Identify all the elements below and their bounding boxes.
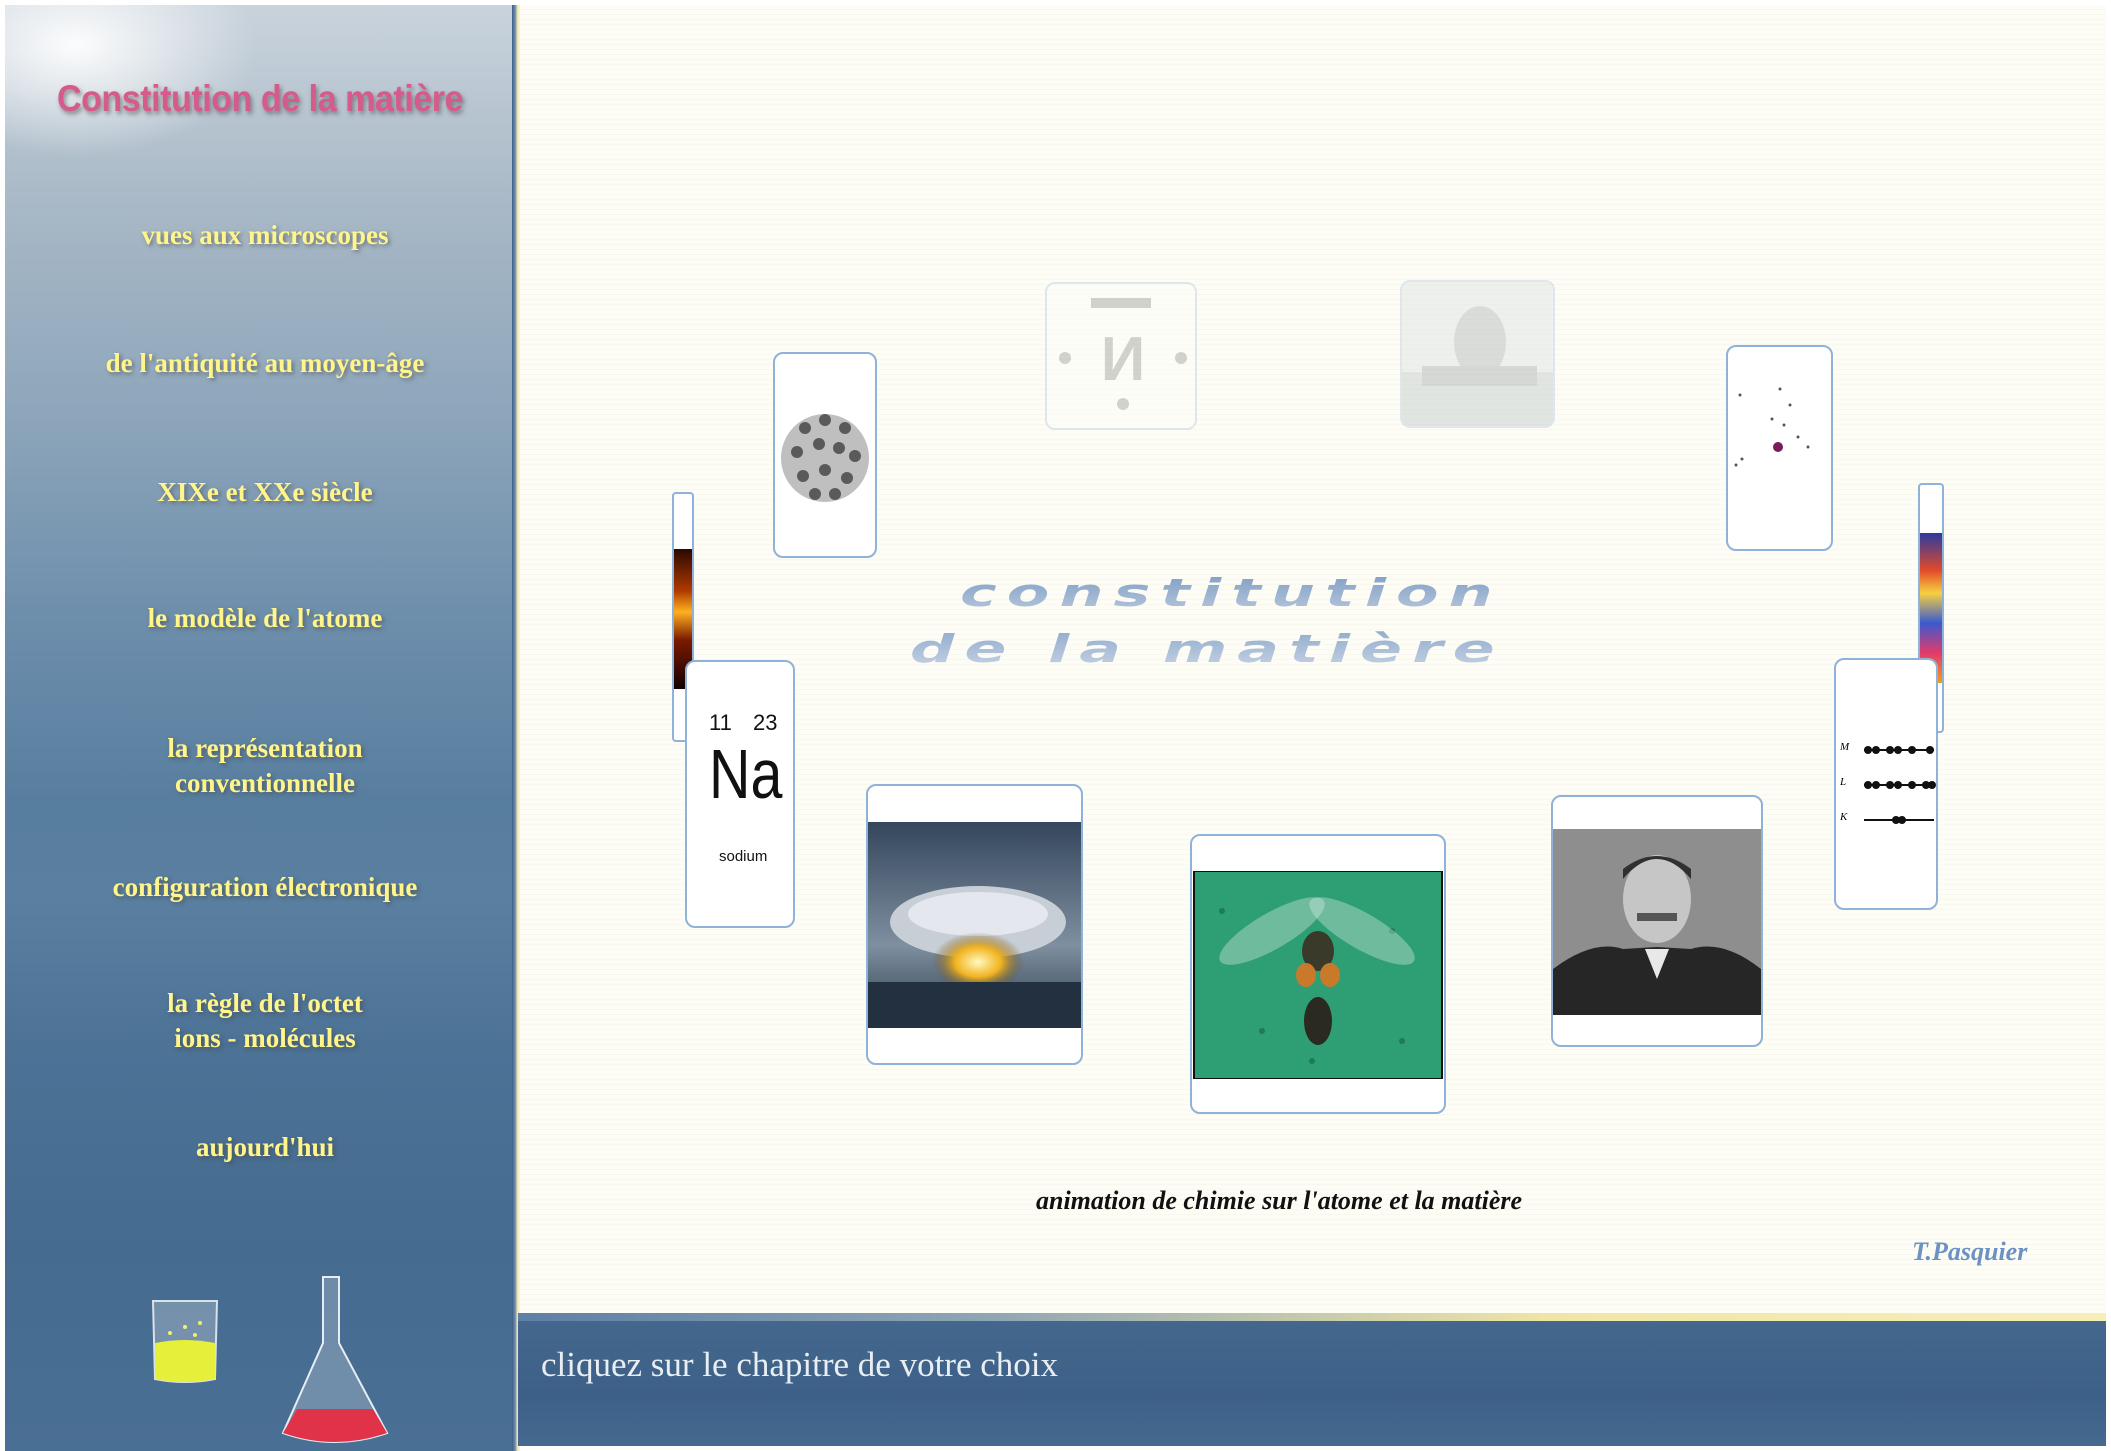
element-symbol: Na xyxy=(709,735,783,813)
nav-item-octet[interactable]: la règle de l'octet ions - molécules xyxy=(0,986,530,1056)
shell-label-m: M xyxy=(1840,741,1850,753)
shell-label-l: L xyxy=(1840,776,1847,788)
nav-item-xix-xx-siecle[interactable]: XIXe et XXe siècle xyxy=(0,475,530,510)
nav-item-microscopes[interactable]: vues aux microscopes xyxy=(0,218,530,253)
card-statue[interactable] xyxy=(1400,280,1555,428)
main-title-line2: de la matière xyxy=(910,625,1505,672)
card-nuclear-explosion[interactable] xyxy=(866,784,1083,1065)
card-particles[interactable] xyxy=(1726,345,1833,551)
tagline: animation de chimie sur l'atome et la ma… xyxy=(1036,1186,1523,1215)
scientist-portrait-image xyxy=(1553,829,1761,1015)
site-title: Constitution de la matière xyxy=(56,78,464,119)
main-title-line1: constitution xyxy=(960,569,1503,616)
element-name: sodium xyxy=(719,848,768,865)
nav-item-configuration[interactable]: configuration électronique xyxy=(0,870,530,905)
beaker-icon xyxy=(151,1300,219,1383)
flask-icon xyxy=(281,1276,389,1443)
card-fullerene[interactable] xyxy=(773,352,877,558)
card-element-sodium[interactable]: 11 23 Na sodium xyxy=(685,660,795,928)
mass-number: 23 xyxy=(753,710,778,735)
nav-item-representation[interactable]: la représentation conventionnelle xyxy=(0,731,530,801)
atom-particles-image xyxy=(1734,387,1810,467)
fullerene-molecule-image xyxy=(781,414,869,502)
card-portrait[interactable] xyxy=(1551,795,1763,1047)
svg-text:И: И xyxy=(1101,325,1146,394)
nav-item-antiquite[interactable]: de l'antiquité au moyen-âge xyxy=(0,346,530,381)
author-link[interactable]: T.Pasquier xyxy=(1912,1237,2027,1267)
statue-image xyxy=(1402,282,1553,426)
fly-microscope-image xyxy=(1193,871,1443,1079)
nuclear-explosion-image xyxy=(868,822,1081,1028)
footer-instruction: cliquez sur le chapitre de votre choix xyxy=(541,1345,1059,1384)
electron-shells-diagram xyxy=(1864,746,1936,824)
atomic-number: 11 xyxy=(709,710,732,735)
lewis-diagram-icon: И xyxy=(1059,298,1187,410)
card-dot-diagram[interactable]: И xyxy=(1045,282,1197,430)
shell-label-k: K xyxy=(1840,811,1848,823)
nav-item-modele-atome[interactable]: le modèle de l'atome xyxy=(0,601,530,636)
card-fly[interactable] xyxy=(1190,834,1446,1114)
card-electron-shells[interactable]: M L K xyxy=(1834,658,1938,910)
nav-item-aujourdhui[interactable]: aujourd'hui xyxy=(0,1130,530,1165)
